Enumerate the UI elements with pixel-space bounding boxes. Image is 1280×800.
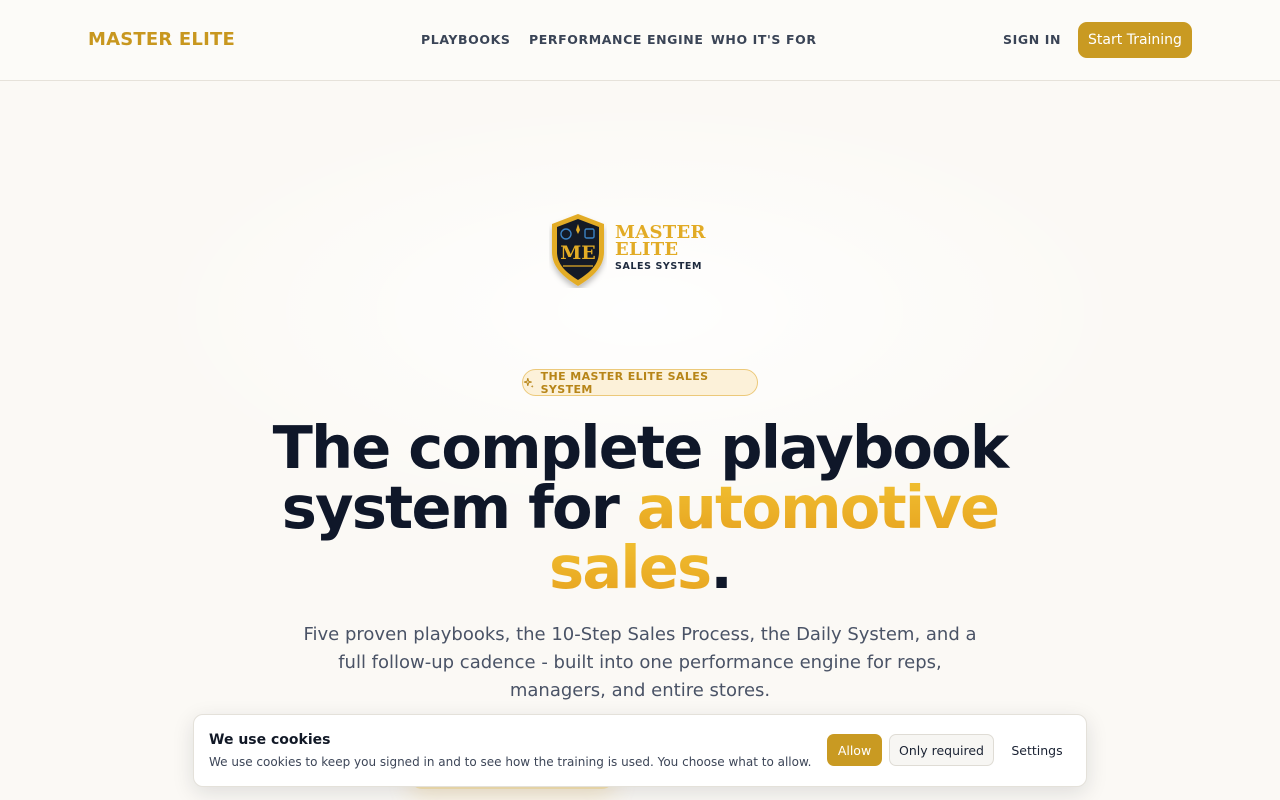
svg-text:ME: ME: [560, 242, 596, 264]
hero-subtitle: Five proven playbooks, the 10-Step Sales…: [303, 624, 977, 701]
cookie-banner: We use cookies We use cookies to keep yo…: [193, 714, 1087, 787]
cookie-title: We use cookies: [209, 732, 331, 748]
nav-performance-engine[interactable]: PERFORMANCE ENGINE: [529, 32, 703, 47]
shield-emblem-icon: ME: [552, 214, 604, 286]
logo-title: MASTER ELITE: [615, 222, 706, 260]
sparkle-icon: [523, 377, 534, 388]
master-elite-logo: ME MASTER ELITE SALES SYSTEM: [549, 212, 709, 292]
sign-in-link[interactable]: SIGN IN: [1003, 32, 1061, 47]
logo-subtitle: SALES SYSTEM: [615, 261, 703, 272]
nav-playbooks[interactable]: PLAYBOOKS: [421, 32, 511, 47]
allow-cookies-button[interactable]: Allow: [827, 734, 882, 766]
nav-who-its-for[interactable]: WHO IT'S FOR: [711, 32, 817, 47]
start-training-button[interactable]: Start Training: [1078, 22, 1192, 58]
hero-headline: The complete playbook system for automot…: [272, 413, 1009, 602]
cookie-settings-button[interactable]: Settings: [1002, 734, 1072, 766]
headline-accent-sales: sales: [549, 533, 712, 602]
site-header: MASTER ELITE PLAYBOOKS PERFORMANCE ENGIN…: [0, 0, 1280, 81]
hero-badge-label: THE MASTER ELITE SALES SYSTEM: [540, 369, 709, 396]
hero-badge: THE MASTER ELITE SALES SYSTEM: [522, 369, 758, 396]
cookie-description: We use cookies to keep you signed in and…: [209, 755, 812, 769]
only-required-button[interactable]: Only required: [889, 734, 994, 766]
headline-accent: automotive: [636, 473, 1000, 542]
